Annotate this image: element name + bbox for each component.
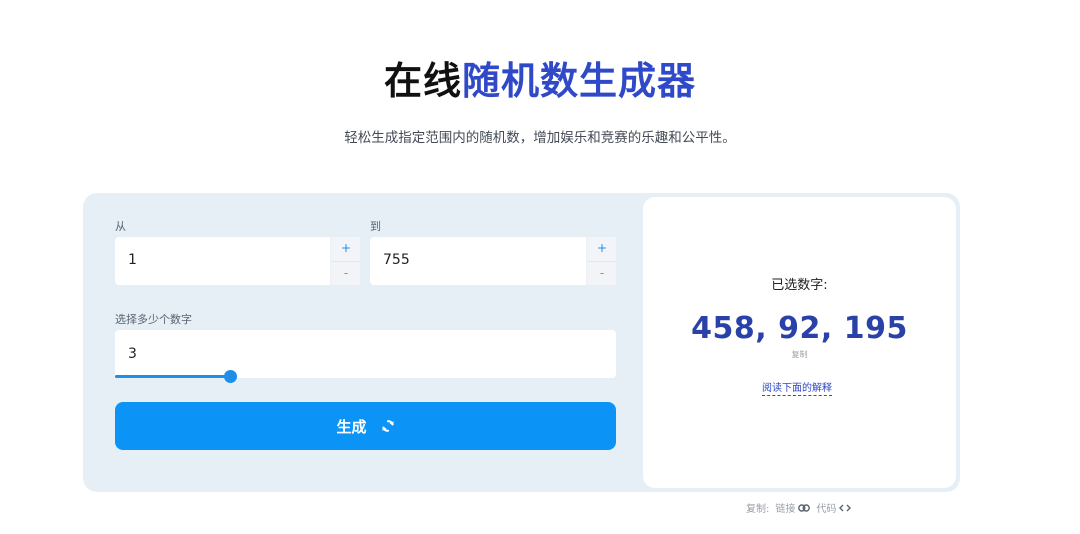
generate-button-label: 生成 bbox=[336, 417, 367, 436]
count-label: 选择多少个数字 bbox=[115, 313, 192, 326]
to-input[interactable]: 755 + - bbox=[370, 237, 617, 285]
slider-thumb[interactable] bbox=[224, 370, 238, 383]
page-title: 在线随机数生成器 bbox=[0, 56, 1080, 106]
to-stepper: + - bbox=[586, 237, 617, 285]
share-code-label: 代码 bbox=[816, 504, 837, 515]
from-input[interactable]: 1 + - bbox=[115, 237, 361, 285]
page-title-part1: 在线 bbox=[383, 59, 462, 103]
from-stepper: + - bbox=[330, 237, 361, 285]
share-link-label: 链接 bbox=[775, 504, 796, 515]
share-link-button[interactable]: 链接 bbox=[775, 500, 811, 515]
share-copy-label: 复制: bbox=[746, 504, 770, 515]
to-input-value: 755 bbox=[383, 252, 410, 268]
generate-button[interactable]: 生成 bbox=[115, 402, 616, 450]
code-icon bbox=[839, 504, 852, 511]
selected-numbers: 458, 92, 195 bbox=[691, 311, 908, 346]
from-increment-button[interactable]: + bbox=[331, 237, 361, 261]
refresh-icon bbox=[381, 420, 394, 432]
count-input[interactable]: 3 bbox=[115, 330, 616, 378]
explanation-link[interactable]: 阅读下面的解释 bbox=[762, 379, 832, 396]
page-title-part2: 随机数生成器 bbox=[462, 59, 697, 103]
slider-fill bbox=[115, 375, 231, 378]
share-code-button[interactable]: 代码 bbox=[816, 500, 852, 515]
copy-result-button[interactable]: 复制 bbox=[643, 349, 956, 360]
generator-card: 从 到 1 + - 755 + - 选择多少个数字 3 生成 已选数字: 458… bbox=[83, 193, 960, 492]
page-subtitle: 轻松生成指定范围内的随机数，增加娱乐和竞赛的乐趣和公平性。 bbox=[344, 130, 736, 146]
to-decrement-button[interactable]: - bbox=[587, 261, 617, 285]
selected-numbers-label: 已选数字: bbox=[771, 278, 828, 293]
result-panel: 已选数字: 458, 92, 195 复制 阅读下面的解释 bbox=[643, 197, 956, 488]
link-icon bbox=[798, 503, 811, 512]
to-increment-button[interactable]: + bbox=[587, 237, 617, 261]
share-bar: 复制: 链接 代码 bbox=[746, 500, 852, 515]
count-slider[interactable] bbox=[115, 370, 616, 383]
page: 在线随机数生成器 轻松生成指定范围内的随机数，增加娱乐和竞赛的乐趣和公平性。 从… bbox=[0, 0, 1080, 534]
to-label: 到 bbox=[370, 220, 381, 233]
from-input-value: 1 bbox=[128, 252, 137, 268]
count-input-value: 3 bbox=[128, 346, 137, 362]
from-decrement-button[interactable]: - bbox=[331, 261, 361, 285]
from-label: 从 bbox=[115, 220, 126, 233]
